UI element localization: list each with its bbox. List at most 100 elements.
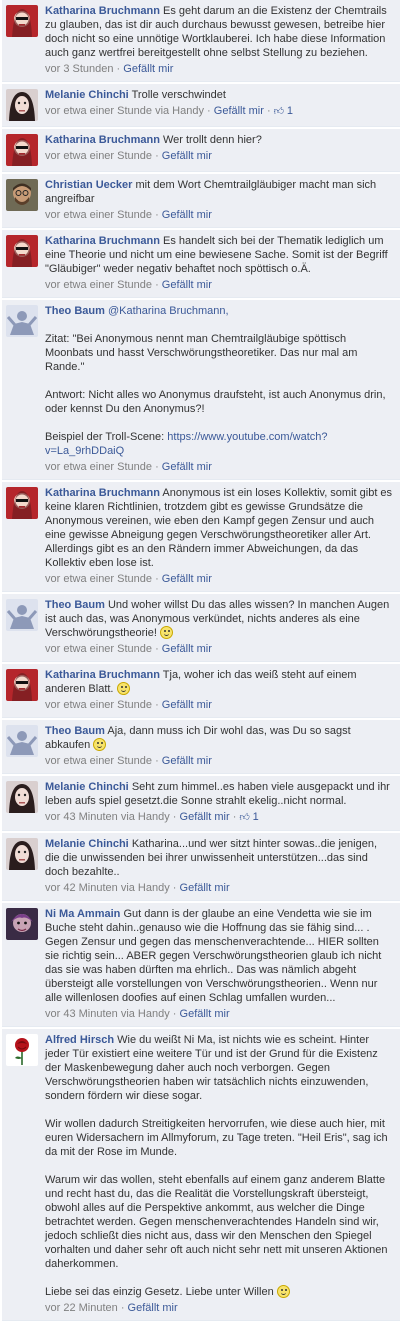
like-button[interactable]: Gefällt mir: [162, 279, 212, 291]
comment-body: Katharina Bruchmann Es handelt sich bei …: [45, 234, 394, 292]
comment-paragraph: Melanie Chinchi Katharina...und wer sitz…: [45, 837, 394, 879]
author-link[interactable]: Theo Baum: [45, 725, 105, 737]
comment-body: Alfred Hirsch Wie du weißt Ni Ma, ist ni…: [45, 1033, 394, 1315]
avatar[interactable]: [6, 1034, 38, 1066]
author-link[interactable]: Katharina Bruchmann: [45, 5, 160, 17]
timestamp[interactable]: vor etwa einer Stunde via Handy: [45, 105, 204, 117]
like-count[interactable]: 1: [253, 811, 259, 823]
comment: Christian Uecker mit dem Wort Chemtrailg…: [2, 174, 400, 228]
comment-text: Alfred Hirsch Wie du weißt Ni Ma, ist ni…: [45, 1033, 394, 1299]
avatar[interactable]: [6, 235, 38, 267]
like-button[interactable]: Gefällt mir: [162, 699, 212, 711]
like-button[interactable]: Gefällt mir: [162, 209, 212, 221]
separator: ·: [113, 63, 124, 75]
author-link[interactable]: Theo Baum: [45, 599, 105, 611]
author-link[interactable]: Melanie Chinchi: [45, 838, 129, 850]
comment-meta: vor 22 Minuten · Gefällt mir: [45, 1301, 394, 1315]
timestamp[interactable]: vor etwa einer Stunde: [45, 461, 152, 473]
avatar[interactable]: [6, 89, 38, 121]
like-button[interactable]: Gefällt mir: [214, 105, 264, 117]
timestamp[interactable]: vor etwa einer Stunde: [45, 755, 152, 767]
like-count[interactable]: 1: [287, 105, 293, 117]
timestamp[interactable]: vor 42 Minuten via Handy: [45, 882, 170, 894]
separator: ·: [152, 643, 162, 655]
avatar[interactable]: [6, 5, 38, 37]
comment: Katharina Bruchmann Wer trollt denn hier…: [2, 129, 400, 172]
like-button[interactable]: Gefällt mir: [162, 150, 212, 162]
separator: ·: [152, 209, 162, 221]
comment: Katharina Bruchmann Es handelt sich bei …: [2, 230, 400, 298]
comment: Katharina Bruchmann Anonymous ist ein lo…: [2, 482, 400, 592]
timestamp[interactable]: vor etwa einer Stunde: [45, 643, 152, 655]
timestamp[interactable]: vor 43 Minuten via Handy: [45, 1008, 170, 1020]
comment-meta: vor etwa einer Stunde · Gefällt mir: [45, 642, 394, 656]
like-button[interactable]: Gefällt mir: [180, 811, 230, 823]
comment: Melanie Chinchi Seht zum himmel..es habe…: [2, 776, 400, 831]
comment-paragraph: Katharina Bruchmann Wer trollt denn hier…: [45, 133, 394, 147]
author-link[interactable]: Theo Baum: [45, 305, 105, 317]
avatar[interactable]: [6, 781, 38, 813]
comment: Katharina Bruchmann Tja, woher ich das w…: [2, 664, 400, 718]
comment-message: Gut dann is der glaube an eine Vendetta …: [45, 908, 382, 1004]
author-link[interactable]: Katharina Bruchmann: [45, 235, 160, 247]
comment-text: Christian Uecker mit dem Wort Chemtrailg…: [45, 178, 394, 206]
thumbs-up-icon[interactable]: 👍︎: [274, 106, 287, 117]
comment: Theo Baum @Katharina Bruchmann, Zitat: "B…: [2, 300, 400, 480]
comment-text: Katharina Bruchmann Anonymous ist ein lo…: [45, 486, 394, 570]
timestamp[interactable]: vor etwa einer Stunde: [45, 573, 152, 585]
like-button[interactable]: Gefällt mir: [180, 1008, 230, 1020]
timestamp[interactable]: vor 3 Stunden: [45, 63, 114, 75]
avatar[interactable]: [6, 669, 38, 701]
timestamp[interactable]: vor etwa einer Stunde: [45, 279, 152, 291]
like-button[interactable]: Gefällt mir: [180, 882, 230, 894]
comment-body: Melanie Chinchi Katharina...und wer sitz…: [45, 837, 394, 895]
comment-meta: vor 43 Minuten via Handy · Gefällt mir ·…: [45, 810, 394, 825]
avatar[interactable]: [6, 908, 38, 940]
comment: Theo Baum Aja, dann muss ich Dir wohl da…: [2, 720, 400, 774]
smiley-icon: [116, 682, 130, 695]
author-link[interactable]: Christian Uecker: [45, 179, 132, 191]
like-button[interactable]: Gefällt mir: [162, 461, 212, 473]
comment-message: Warum wir das wollen, steht ebenfalls au…: [45, 1174, 388, 1270]
comment-meta: vor etwa einer Stunde · Gefällt mir: [45, 754, 394, 768]
separator: ·: [152, 150, 162, 162]
comment-body: Melanie Chinchi Seht zum himmel..es habe…: [45, 780, 394, 825]
author-link[interactable]: Melanie Chinchi: [45, 89, 129, 101]
author-link[interactable]: Katharina Bruchmann: [45, 134, 160, 146]
avatar[interactable]: [6, 179, 38, 211]
like-button[interactable]: Gefällt mir: [162, 573, 212, 585]
comment-text: Melanie Chinchi Katharina...und wer sitz…: [45, 837, 394, 879]
comment-meta: vor etwa einer Stunde · Gefällt mir: [45, 208, 394, 222]
like-button[interactable]: Gefällt mir: [162, 643, 212, 655]
timestamp[interactable]: vor etwa einer Stunde: [45, 699, 152, 711]
author-link[interactable]: Melanie Chinchi: [45, 781, 129, 793]
avatar[interactable]: [6, 838, 38, 870]
thumbs-up-icon[interactable]: 👍︎: [239, 812, 252, 823]
like-button[interactable]: Gefällt mir: [162, 755, 212, 767]
mention-link[interactable]: @Katharina Bruchmann,: [108, 305, 229, 317]
avatar[interactable]: [6, 487, 38, 519]
author-link[interactable]: Katharina Bruchmann: [45, 669, 160, 681]
author-link[interactable]: Ni Ma Ammain: [45, 908, 120, 920]
separator: ·: [117, 1302, 128, 1314]
avatar[interactable]: [6, 305, 38, 337]
like-button[interactable]: Gefällt mir: [128, 1302, 178, 1314]
avatar[interactable]: [6, 134, 38, 166]
separator: ·: [169, 811, 180, 823]
timestamp[interactable]: vor 22 Minuten: [45, 1302, 118, 1314]
comment-body: Katharina Bruchmann Anonymous ist ein lo…: [45, 486, 394, 586]
like-button[interactable]: Gefällt mir: [123, 63, 173, 75]
separator: ·: [169, 1008, 180, 1020]
comment-message: Anonymous ist ein loses Kollektiv, somit…: [45, 487, 393, 569]
timestamp[interactable]: vor etwa einer Stunde: [45, 150, 152, 162]
comment-text: Melanie Chinchi Seht zum himmel..es habe…: [45, 780, 394, 808]
smiley-icon: [159, 626, 173, 639]
author-link[interactable]: Alfred Hirsch: [45, 1034, 114, 1046]
author-link[interactable]: Katharina Bruchmann: [45, 487, 160, 499]
timestamp[interactable]: vor etwa einer Stunde: [45, 209, 152, 221]
avatar[interactable]: [6, 599, 38, 631]
avatar[interactable]: [6, 725, 38, 757]
timestamp[interactable]: vor 43 Minuten via Handy: [45, 811, 170, 823]
comment-paragraph: Katharina Bruchmann Anonymous ist ein lo…: [45, 486, 394, 570]
comment-message: Wir wollen dadurch Streitigkeiten hervor…: [45, 1118, 388, 1158]
